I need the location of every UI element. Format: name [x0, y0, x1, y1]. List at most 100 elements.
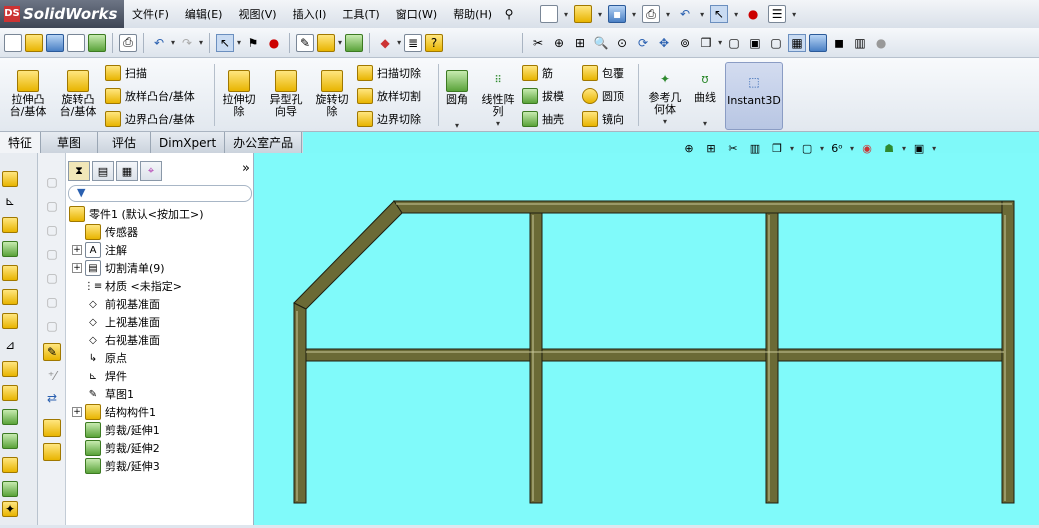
- loft-boss-button[interactable]: 放样凸台/基体: [105, 86, 195, 106]
- dome-tool-icon[interactable]: [2, 481, 18, 497]
- pin-icon[interactable]: ⚲: [500, 5, 518, 23]
- menu-insert[interactable]: 插入(I): [285, 6, 335, 22]
- view-orient-icon[interactable]: ❒: [768, 139, 786, 157]
- help-icon[interactable]: ?: [425, 33, 444, 52]
- extrude-tool-icon[interactable]: [2, 361, 18, 377]
- boundary-boss-button[interactable]: 边界凸台/基体: [105, 109, 195, 129]
- open-file-icon[interactable]: [25, 33, 43, 52]
- tree-item[interactable]: ◇ 上视基准面: [72, 313, 160, 331]
- menu-file[interactable]: 文件(F): [124, 6, 177, 22]
- undo-button-icon[interactable]: ↶: [150, 34, 168, 52]
- tree-item[interactable]: 剪裁/延伸3: [72, 457, 160, 475]
- print-file-icon[interactable]: ⎙: [119, 33, 137, 52]
- expand-toggle-icon[interactable]: +: [72, 245, 82, 255]
- select-filter-icon[interactable]: ⚑: [244, 34, 262, 52]
- options-icon[interactable]: ☰: [768, 5, 787, 23]
- sketch-tool-icon[interactable]: ✎: [43, 343, 61, 361]
- shaded-icon[interactable]: [809, 33, 828, 52]
- tree-item[interactable]: ⋮≡ 材质 <未指定>: [72, 277, 182, 295]
- sweep-button[interactable]: 扫描: [105, 63, 147, 83]
- smart-dimension-icon[interactable]: [317, 33, 336, 52]
- tree-item[interactable]: ◇ 右视基准面: [72, 331, 160, 349]
- traffic-light-icon[interactable]: ●: [265, 34, 283, 52]
- move-icon[interactable]: ⇄: [43, 389, 61, 407]
- chamfer-tool-icon[interactable]: [2, 433, 18, 449]
- tree-item[interactable]: ↳ 原点: [72, 349, 127, 367]
- tree-item[interactable]: + A 注解: [72, 241, 127, 259]
- weld-bead-icon[interactable]: [43, 419, 61, 437]
- save-icon[interactable]: ▪: [608, 5, 627, 23]
- wireframe-icon[interactable]: ▢: [725, 34, 743, 52]
- tree-item[interactable]: ✎ 草图1: [72, 385, 134, 403]
- menu-help[interactable]: 帮助(H): [445, 6, 500, 22]
- instant3d-button[interactable]: ⬚ Instant3D: [725, 62, 783, 130]
- select-tool-icon[interactable]: ↖: [216, 33, 235, 52]
- feature-manager-tab-icon[interactable]: ⧗: [68, 161, 90, 181]
- weldment-cutlist-icon[interactable]: ⊿: [2, 337, 18, 353]
- hole-tool-icon[interactable]: [2, 409, 18, 425]
- curves-button[interactable]: ʊ 曲线 ▾: [690, 68, 720, 130]
- plane-tool-icon[interactable]: ▢: [43, 173, 61, 191]
- lofted-cut-button[interactable]: 放样切割: [357, 86, 421, 106]
- configuration-manager-tab-icon[interactable]: ▦: [116, 161, 138, 181]
- display-style-icon[interactable]: ▢: [798, 139, 816, 157]
- trim-extend-tool-icon[interactable]: [2, 241, 18, 257]
- tree-root[interactable]: 零件1 (默认<按加工>): [69, 205, 204, 223]
- tree-item[interactable]: 剪裁/延伸2: [72, 439, 160, 457]
- tree-item[interactable]: 剪裁/延伸1: [72, 421, 160, 439]
- expand-toggle-icon[interactable]: +: [72, 263, 82, 273]
- hide-show-items-icon[interactable]: 6ᵒ: [828, 139, 846, 157]
- weldment-tool-icon[interactable]: ⊾: [2, 193, 18, 209]
- rib-button[interactable]: 筋: [522, 63, 553, 83]
- tree-item[interactable]: ◇ 前视基准面: [72, 295, 160, 313]
- menu-edit[interactable]: 编辑(E): [177, 6, 231, 22]
- section-view-icon[interactable]: ✂: [529, 34, 547, 52]
- dome-button[interactable]: 圆顶: [582, 86, 624, 106]
- end-cap-icon[interactable]: [2, 265, 18, 281]
- make-drawing-icon[interactable]: [67, 33, 85, 52]
- print-icon[interactable]: ⎙: [642, 5, 661, 23]
- zoom-area-icon[interactable]: ⊞: [571, 34, 589, 52]
- zoom-selection-icon[interactable]: ⊙: [613, 34, 631, 52]
- realview-icon[interactable]: ▥: [851, 34, 869, 52]
- appearance-icon[interactable]: ◆: [376, 34, 394, 52]
- coord-system-icon[interactable]: ▢: [43, 245, 61, 263]
- zoom-to-fit-icon[interactable]: ⊕: [680, 139, 698, 157]
- fillet-bead-icon[interactable]: [2, 313, 18, 329]
- revolve-cut-button[interactable]: 旋转切 除: [311, 70, 353, 118]
- extrude-boss-button[interactable]: 拉伸凸 台/基体: [6, 70, 50, 118]
- shell-button[interactable]: 抽壳: [522, 109, 564, 129]
- wrap-button[interactable]: 包覆: [582, 63, 624, 83]
- tree-item[interactable]: + ▤ 切割清单(9): [72, 259, 165, 277]
- gusset-icon[interactable]: [2, 289, 18, 305]
- revolve-boss-button[interactable]: 旋转凸 台/基体: [55, 70, 101, 118]
- make-assembly-icon[interactable]: [88, 33, 106, 52]
- tab-features[interactable]: 特征: [0, 132, 42, 153]
- redo-icon[interactable]: ↷: [178, 34, 196, 52]
- tree-item[interactable]: ⊾ 焊件: [72, 367, 127, 385]
- point-tool-icon[interactable]: ▢: [43, 221, 61, 239]
- tree-item[interactable]: + 结构构件1: [72, 403, 156, 421]
- edit-appearance-icon[interactable]: ◉: [858, 139, 876, 157]
- view-settings-icon[interactable]: ▣: [910, 139, 928, 157]
- property-manager-tab-icon[interactable]: ▤: [92, 161, 114, 181]
- fillet-button[interactable]: 圆角 ▾: [442, 70, 472, 132]
- previous-view-icon[interactable]: ✂: [724, 139, 742, 157]
- expand-toggle-icon[interactable]: +: [72, 407, 82, 417]
- tab-office-products[interactable]: 办公室产品: [225, 132, 303, 153]
- relation-icon[interactable]: ⁺⁄: [43, 367, 61, 385]
- hidden-lines-visible-icon[interactable]: ▣: [746, 34, 764, 52]
- expand-panel-icon[interactable]: »: [242, 161, 250, 183]
- extrude-cut-button[interactable]: 拉伸切 除: [218, 70, 260, 118]
- edit-sketch-icon[interactable]: ✎: [296, 33, 315, 52]
- dimxpert-manager-tab-icon[interactable]: ⌖: [140, 161, 162, 181]
- pan-icon[interactable]: ✥: [655, 34, 673, 52]
- hidden-lines-removed-icon[interactable]: ▢: [767, 34, 785, 52]
- apply-scene-icon[interactable]: ☗: [880, 139, 898, 157]
- graphics-area[interactable]: [254, 153, 1039, 525]
- properties-icon[interactable]: ≣: [404, 33, 423, 52]
- shadows-icon[interactable]: ◼: [830, 34, 848, 52]
- tree-filter[interactable]: ▼: [68, 185, 252, 202]
- menu-tools[interactable]: 工具(T): [334, 6, 387, 22]
- tree-item[interactable]: 传感器: [72, 223, 138, 241]
